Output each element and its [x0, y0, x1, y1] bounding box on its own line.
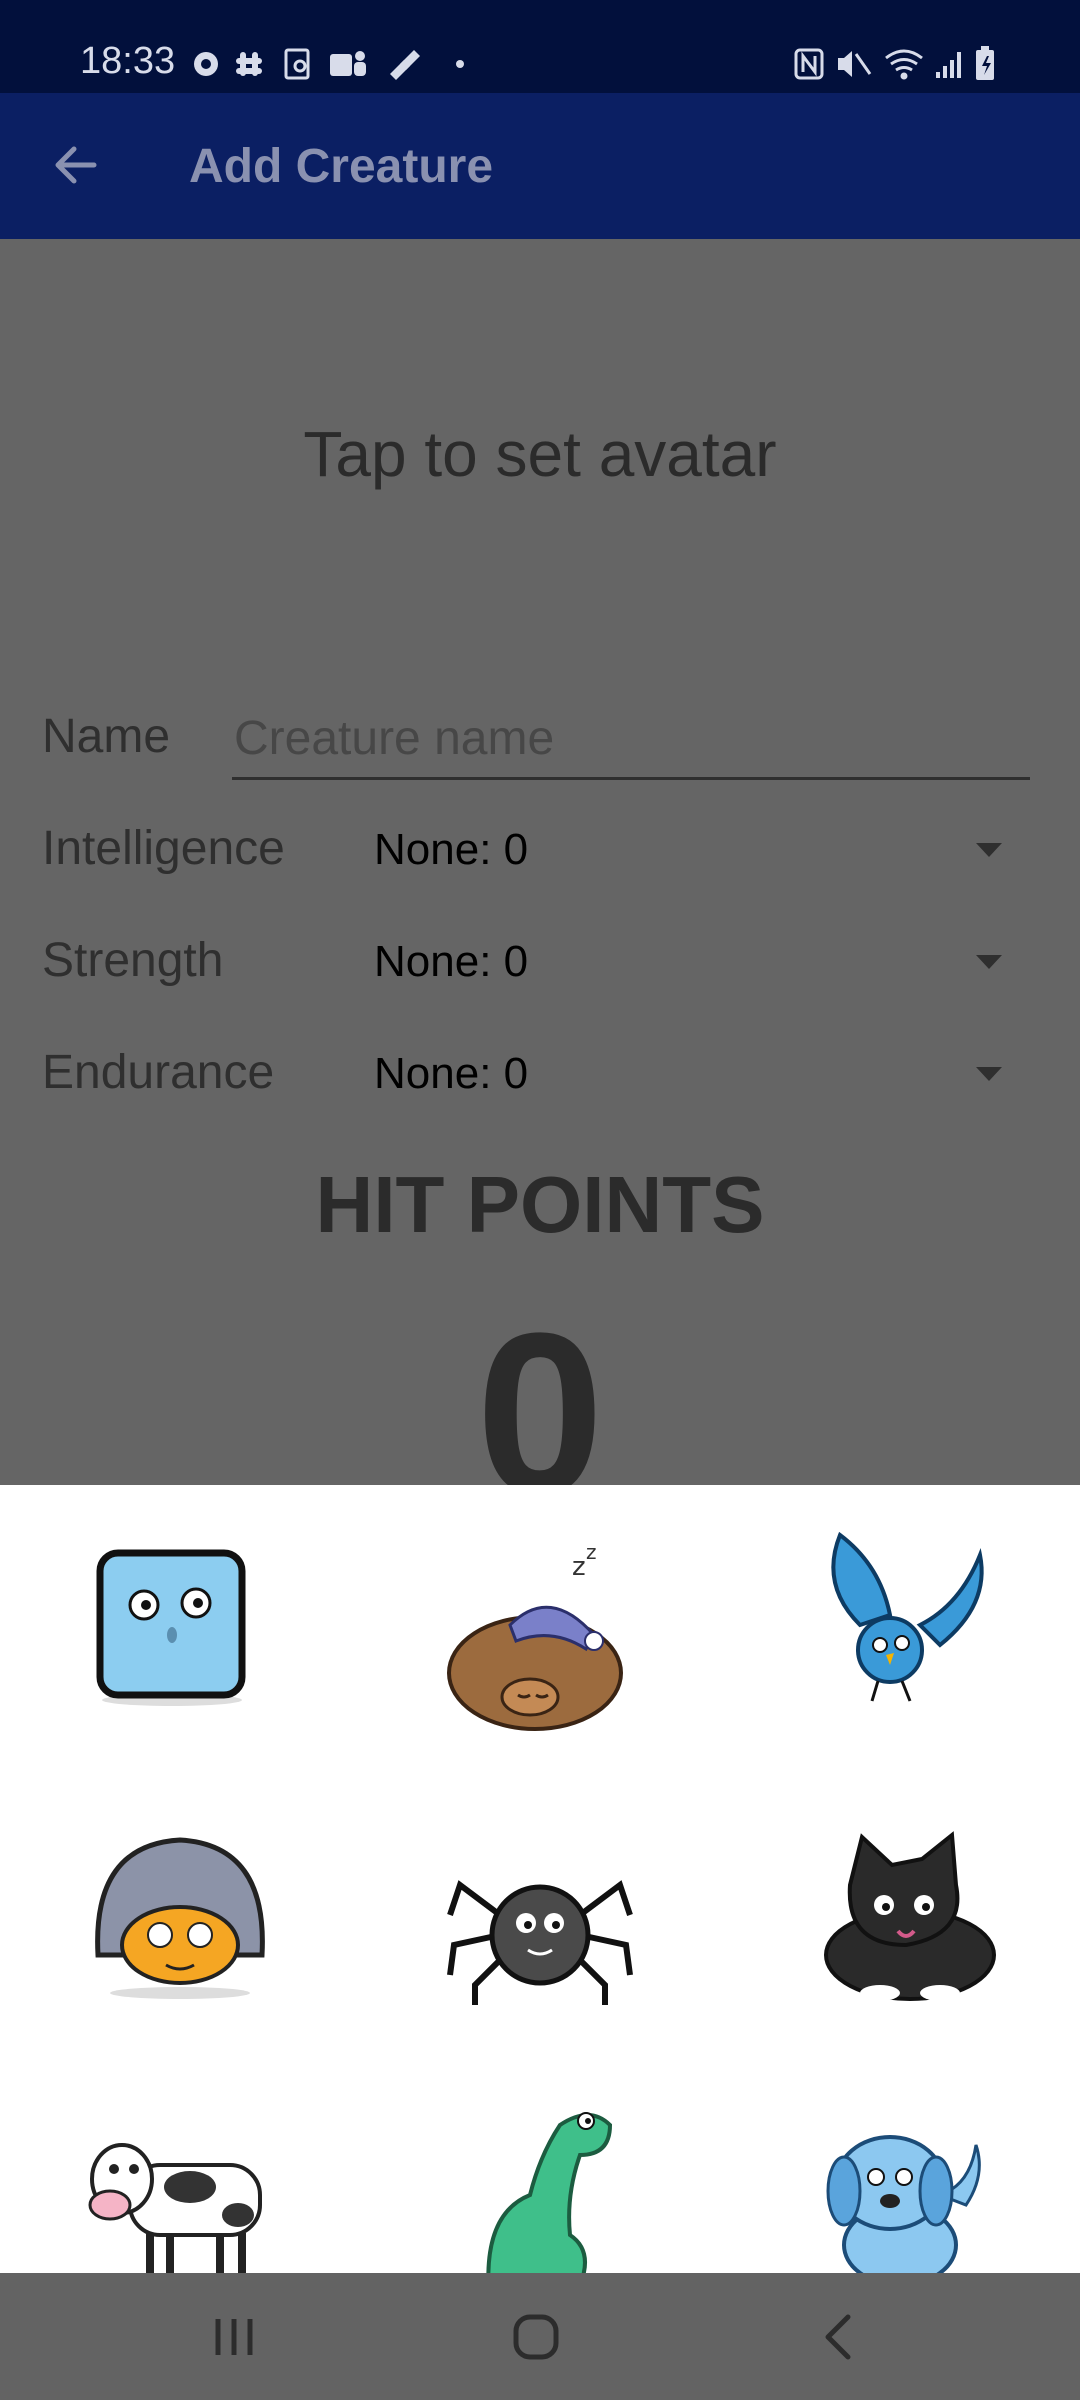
avatar-spider[interactable] — [430, 1805, 650, 2015]
caret-down-icon — [976, 843, 1002, 857]
caret-down-icon — [976, 955, 1002, 969]
endurance-label: Endurance — [42, 1046, 275, 1099]
recent-apps-icon[interactable] — [204, 2309, 264, 2365]
page-title: Add Creature — [189, 140, 494, 193]
avatar-cow[interactable] — [70, 2095, 290, 2273]
strength-label: Strength — [42, 934, 224, 987]
strength-select[interactable]: None: 0 — [372, 921, 1002, 1001]
creature-name-input[interactable] — [232, 699, 1030, 780]
nfc-icon — [794, 48, 824, 80]
arrow-back-icon[interactable] — [48, 137, 104, 193]
mute-icon — [838, 51, 872, 77]
blue-dog-icon — [826, 2135, 981, 2273]
cow-icon — [88, 2143, 262, 2273]
svg-text:z: z — [572, 1552, 586, 1582]
endurance-value: None: 0 — [374, 1049, 529, 1098]
wifi-icon — [885, 49, 923, 80]
status-time: 18:33 — [80, 40, 176, 82]
spider-icon — [447, 1880, 633, 2005]
endurance-select[interactable]: None: 0 — [372, 1033, 1002, 1113]
screenshot-icon — [284, 48, 310, 80]
status-system-icons — [794, 46, 994, 80]
square-face-icon — [96, 1549, 246, 1706]
black-cat-icon — [824, 1831, 996, 2001]
sleeping-bear-icon: z z — [447, 1540, 623, 1731]
dot-icon — [456, 60, 464, 68]
slack-icon — [236, 52, 262, 76]
intelligence-label: Intelligence — [42, 822, 285, 875]
app-bar: Add Creature — [0, 93, 1080, 239]
signal-icon — [936, 52, 961, 78]
name-label: Name — [42, 710, 171, 763]
intelligence-value: None: 0 — [374, 825, 529, 874]
creature-form: Tap to set avatar Name Intelligence None… — [0, 239, 1080, 1529]
back-icon[interactable] — [810, 2309, 870, 2365]
avatar-green-dinosaur[interactable] — [430, 2095, 650, 2273]
avatar-orange-bug[interactable] — [70, 1805, 290, 2015]
intelligence-select[interactable]: None: 0 — [372, 809, 1002, 889]
system-nav-bar — [0, 2273, 1080, 2400]
home-icon[interactable] — [506, 2309, 566, 2365]
blue-bird-icon — [831, 1531, 984, 1702]
avatar-prompt[interactable]: Tap to set avatar — [0, 417, 1080, 491]
avatar-blue-dog[interactable] — [790, 2095, 1010, 2273]
battery-icon — [976, 46, 994, 80]
orange-bug-icon — [95, 1837, 265, 1999]
status-bar: 18:33 — [0, 0, 1080, 93]
hit-points-label: HIT POINTS — [315, 1160, 765, 1249]
strength-value: None: 0 — [374, 937, 529, 986]
avatar-blue-bird[interactable] — [790, 1525, 1010, 1735]
caret-down-icon — [976, 1067, 1002, 1081]
status-notification-icons — [194, 48, 464, 80]
avatar-black-cat[interactable] — [790, 1805, 1010, 2015]
avatar-sleeping-bear[interactable]: z z — [430, 1525, 650, 1735]
svg-text:z: z — [586, 1540, 597, 1564]
green-dinosaur-icon — [486, 2112, 613, 2273]
jira-icon — [390, 50, 420, 80]
avatar-square-face[interactable] — [60, 1525, 280, 1735]
settings-icon — [194, 52, 218, 76]
teams-icon — [330, 51, 366, 76]
avatar-picker-sheet: z z — [0, 1485, 1080, 2273]
